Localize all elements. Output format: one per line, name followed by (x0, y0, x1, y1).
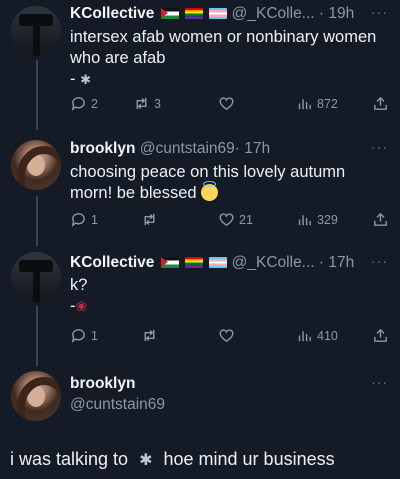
reply-button[interactable]: 1 (70, 211, 98, 228)
retweet-button[interactable] (141, 211, 162, 228)
views-button[interactable]: 329 (296, 211, 338, 228)
halo-smile-emoji (201, 181, 219, 201)
avatar[interactable] (11, 371, 61, 421)
view-count: 410 (317, 328, 338, 343)
display-name[interactable]: brooklyn (70, 375, 135, 392)
reply-count: 2 (91, 96, 98, 111)
retweet-button[interactable]: 3 (133, 95, 161, 112)
reply-count: 1 (91, 328, 98, 343)
reply-icon (71, 329, 85, 343)
tweet-text: intersex afab women or nonbinary women w… (70, 28, 377, 67)
retweet-icon (144, 213, 155, 226)
handle[interactable]: @_KColle... (232, 5, 315, 22)
display-name[interactable]: brooklyn (70, 140, 135, 157)
like-button[interactable]: 21 (218, 211, 253, 228)
like-count: 21 (239, 212, 253, 227)
tweet[interactable]: brooklyn @cuntstain69· 17h ··· choosing … (0, 130, 400, 240)
views-button[interactable]: 872 (296, 95, 338, 112)
more-options-icon[interactable]: ··· (371, 253, 388, 269)
reply-icon (71, 97, 85, 111)
reply-text-end: hoe mind ur business (163, 449, 335, 469)
reply-text: i was talking to ✱ hoe mind ur business (10, 449, 335, 470)
avatar[interactable] (11, 6, 61, 56)
reply-text-start: i was talking to (10, 449, 129, 469)
views-icon (298, 331, 311, 342)
retweet-icon (136, 97, 147, 110)
spider-emoji: ✱ (80, 72, 91, 87)
trans-flag-icon (209, 8, 228, 19)
views-icon (298, 215, 311, 226)
timestamp[interactable]: · 17h (235, 140, 270, 157)
like-icon (219, 213, 234, 227)
reply-count: 1 (91, 212, 98, 227)
timestamp[interactable]: · 19h (319, 5, 354, 22)
reply-button[interactable]: 2 (70, 95, 98, 112)
retweet-icon (144, 329, 155, 342)
share-button[interactable] (372, 95, 389, 112)
palestine-flag-icon (160, 8, 179, 19)
views-icon (298, 99, 311, 110)
more-options-icon[interactable]: ··· (371, 139, 388, 155)
handle[interactable]: @cuntstain69 (70, 396, 165, 414)
share-icon (374, 328, 387, 342)
like-button[interactable] (218, 327, 239, 344)
handle[interactable]: @_KColle... (232, 254, 315, 271)
share-icon (374, 212, 387, 226)
palestine-flag-icon (160, 257, 179, 268)
share-icon (374, 96, 387, 110)
view-count: 872 (317, 96, 338, 111)
display-name[interactable]: KCollective (70, 5, 154, 22)
tweet-text-line: - (70, 70, 76, 88)
like-icon (219, 97, 234, 111)
reply-button[interactable]: 1 (70, 327, 98, 344)
avatar[interactable] (11, 140, 61, 190)
share-button[interactable] (372, 211, 389, 228)
reply-icon (71, 213, 85, 227)
display-name[interactable]: KCollective (70, 254, 154, 271)
like-icon (219, 329, 234, 343)
spider-emoji: ✱ (139, 452, 153, 469)
rainbow-flag-icon (185, 257, 204, 268)
timestamp[interactable]: · 17h (319, 254, 354, 271)
more-options-icon[interactable]: ··· (371, 374, 388, 390)
tweet-text: k? (70, 276, 88, 294)
rainbow-flag-icon (185, 8, 204, 19)
like-button[interactable] (218, 95, 239, 112)
retweet-button[interactable] (141, 327, 162, 344)
avatar[interactable] (11, 252, 61, 302)
tweet[interactable]: KCollective @_KColle... · 19h ··· inters… (0, 0, 400, 125)
more-options-icon[interactable]: ··· (371, 4, 388, 20)
retweet-count: 3 (154, 96, 161, 111)
rose-emoji: ❀ (75, 298, 88, 314)
trans-flag-icon (209, 257, 228, 268)
share-button[interactable] (372, 327, 389, 344)
view-count: 329 (317, 212, 338, 227)
handle[interactable]: @cuntstain69 (140, 140, 235, 157)
views-button[interactable]: 410 (296, 327, 338, 344)
tweet[interactable]: KCollective @_KColle... · 17h ··· k? -❀ … (0, 248, 400, 358)
